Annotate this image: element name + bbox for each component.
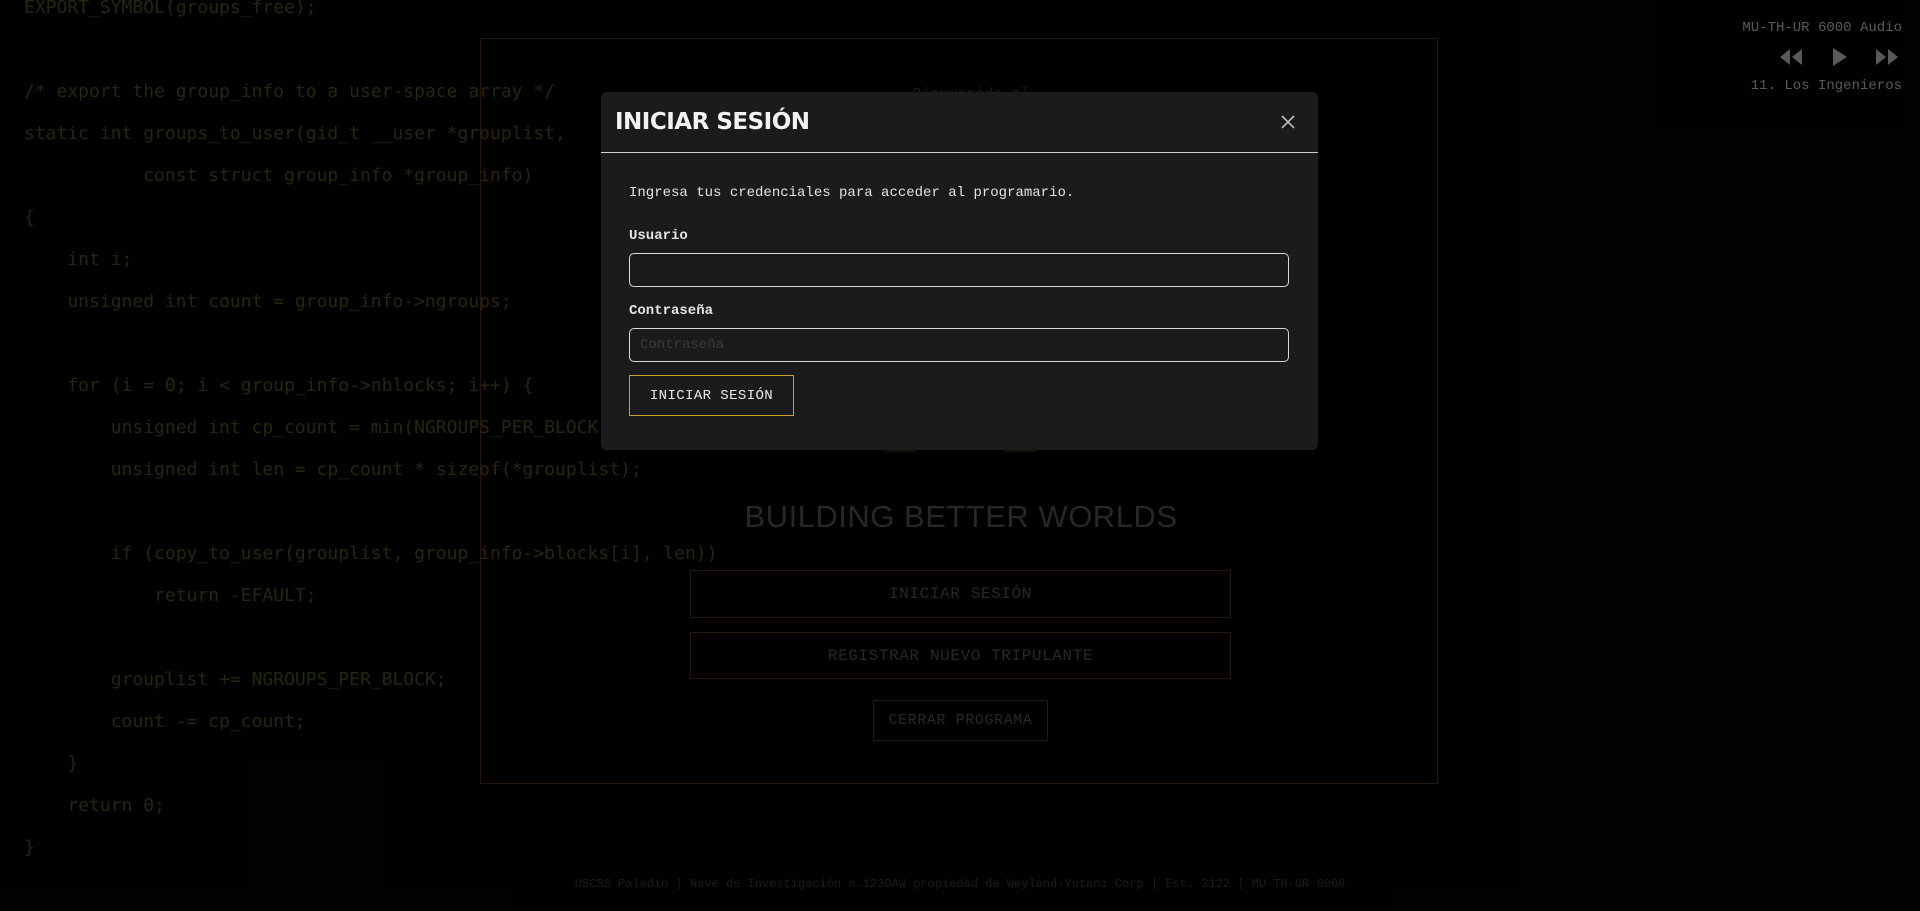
modal-description: Ingresa tus credenciales para acceder al… <box>629 185 1075 201</box>
submit-login-button[interactable]: INICIAR SESIÓN <box>629 375 794 416</box>
modal-body: Ingresa tus credenciales para acceder al… <box>601 153 1318 416</box>
username-label: Usuario <box>629 228 688 244</box>
modal-header: INICIAR SESIÓN <box>601 92 1318 153</box>
password-label: Contraseña <box>629 303 714 319</box>
modal-title: INICIAR SESIÓN <box>615 109 810 135</box>
password-input[interactable] <box>629 328 1289 362</box>
login-modal: INICIAR SESIÓN Ingresa tus credenciales … <box>601 92 1318 450</box>
close-icon[interactable] <box>1278 112 1298 132</box>
app-screen: EXPORT_SYMBOL(groups_free);/* export the… <box>0 0 1920 911</box>
username-input[interactable] <box>629 253 1289 287</box>
